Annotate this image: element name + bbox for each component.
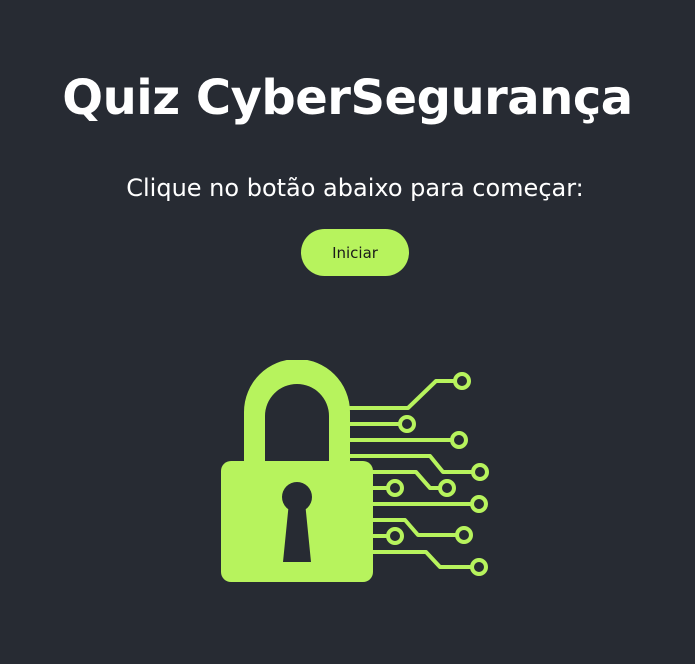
circuit-padlock-icon [221,360,489,582]
padlock-shackle [244,360,350,466]
page-title: Quiz CyberSegurança [62,70,633,126]
start-button[interactable]: Iniciar [301,229,409,276]
start-instruction: Clique no botão abaixo para começar: [126,174,584,202]
